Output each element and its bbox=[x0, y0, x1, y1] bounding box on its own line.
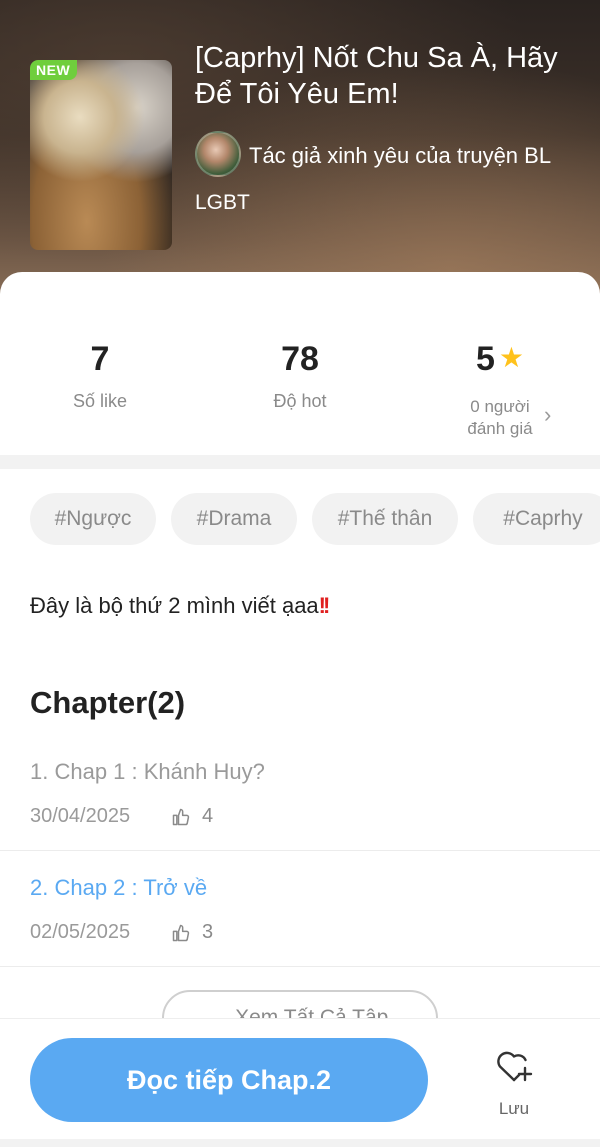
rating-count[interactable]: 0 người đánh giá bbox=[440, 396, 560, 440]
hot-label: Độ hot bbox=[273, 391, 327, 411]
chapter-like-count: 3 bbox=[202, 921, 214, 943]
story-cover[interactable]: NEW bbox=[30, 60, 172, 250]
chapter-like-count: 4 bbox=[202, 805, 214, 827]
thumbs-up-icon bbox=[172, 808, 190, 826]
description-text: Đây là bộ thứ 2 mình viết ạaa bbox=[30, 593, 319, 618]
chapter-item-date: 02/05/2025 bbox=[30, 921, 131, 943]
row-divider bbox=[0, 850, 600, 851]
likes-label: Số like bbox=[72, 391, 128, 411]
chapter-heading: Chapter(2) bbox=[30, 685, 186, 720]
continue-reading-button[interactable]: Đọc tiếp Chap.2 bbox=[30, 1038, 428, 1122]
rating-value: 5 bbox=[475, 340, 495, 378]
hot-value: 78 bbox=[281, 340, 319, 378]
thumbs-up-icon bbox=[172, 924, 190, 942]
story-genre: LGBT bbox=[195, 191, 250, 214]
section-divider bbox=[0, 455, 600, 469]
stat-likes: 7 Số like bbox=[40, 340, 160, 412]
bottom-strip bbox=[0, 1139, 600, 1147]
tag-chip[interactable]: #Caprhy bbox=[473, 493, 600, 545]
chapter-item-date: 30/04/2025 bbox=[30, 805, 131, 827]
tag-chip[interactable]: #Drama bbox=[171, 493, 297, 545]
chapter-item-title[interactable]: 1. Chap 1 : Khánh Huy? bbox=[30, 759, 265, 785]
new-badge: NEW bbox=[30, 60, 78, 80]
row-divider bbox=[0, 966, 600, 967]
tag-chip[interactable]: #Ngược bbox=[30, 493, 156, 545]
stat-hot: 78 Độ hot bbox=[240, 340, 360, 412]
rating-count-line1: 0 người bbox=[470, 397, 530, 416]
rating-count-line2: đánh giá bbox=[467, 419, 533, 438]
save-label[interactable]: Lưu bbox=[494, 1099, 534, 1119]
story-title: [Caprhy] Nốt Chu Sa À, Hãy Để Tôi Yêu Em… bbox=[195, 42, 558, 110]
story-description: Đây là bộ thứ 2 mình viết ạaa!! bbox=[30, 593, 331, 619]
star-icon: ★ bbox=[498, 342, 525, 373]
double-exclamation-icon: !! bbox=[318, 593, 331, 618]
chevron-right-icon[interactable]: › bbox=[544, 402, 551, 428]
stat-rating[interactable]: 5 ★ bbox=[430, 340, 570, 379]
tag-chip[interactable]: #Thế thân bbox=[312, 493, 458, 545]
author-avatar[interactable] bbox=[195, 131, 241, 177]
chapter-item-title[interactable]: 2. Chap 2 : Trở về bbox=[30, 875, 207, 901]
heart-plus-icon[interactable] bbox=[494, 1047, 534, 1085]
author-name[interactable]: Tác giả xinh yêu của truyện BL bbox=[249, 143, 551, 169]
likes-value: 7 bbox=[90, 340, 110, 378]
